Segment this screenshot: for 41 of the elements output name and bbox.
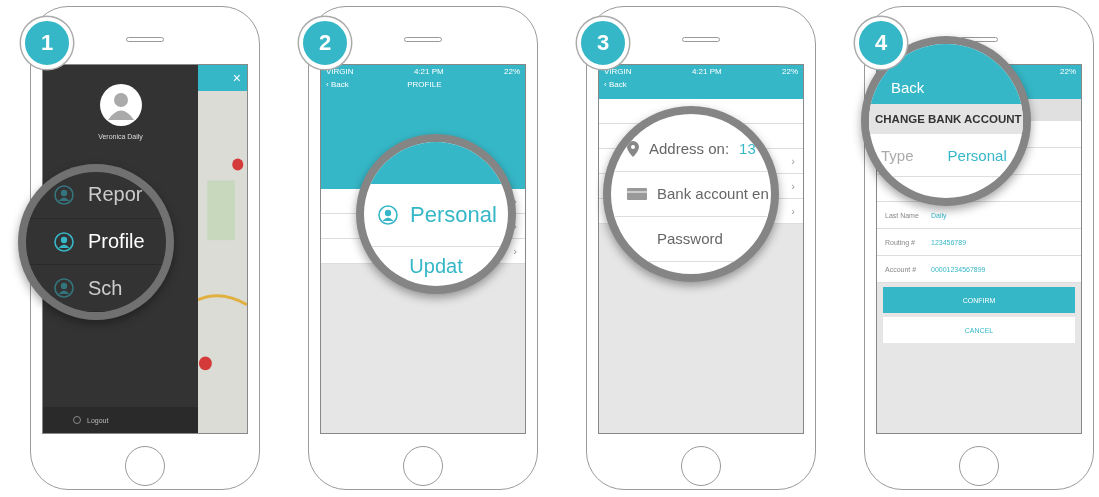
field-label: Type [881, 146, 914, 164]
battery-label: 22% [782, 67, 798, 76]
time-label: 4:21 PM [413, 67, 444, 76]
back-button[interactable]: Back [891, 79, 925, 96]
speaker-icon [126, 37, 164, 42]
time-label: 4:21 PM [691, 67, 722, 76]
card-icon [627, 187, 647, 200]
back-button[interactable]: ‹ Back [604, 80, 627, 89]
section-heading: CHANGE BANK ACCOUNT [875, 113, 1022, 125]
menu-item[interactable]: Profile [26, 218, 166, 266]
speaker-icon [404, 37, 442, 42]
menu-item[interactable]: Sch [26, 265, 166, 312]
row-value: 13 [739, 140, 756, 157]
avatar-icon [98, 83, 143, 127]
battery-label: 22% [504, 67, 520, 76]
step-badge: 3 [577, 17, 629, 69]
menu-item[interactable]: Repor [26, 172, 166, 219]
menu-label: Repor [88, 183, 143, 207]
step-badge: 4 [855, 17, 907, 69]
person-icon [54, 278, 74, 299]
step-badge: 1 [21, 17, 73, 69]
row-label: Password [657, 230, 723, 247]
menu-label[interactable]: Updat [409, 255, 463, 277]
row-label: Address on: [649, 140, 730, 157]
carrier-label: VIRGIN [604, 67, 632, 76]
row-label: Bank account en [657, 185, 769, 202]
speaker-icon [682, 37, 720, 42]
person-icon [54, 231, 74, 252]
person-icon [378, 205, 398, 225]
carrier-label: VIRGIN [326, 67, 354, 76]
pin-icon [627, 140, 639, 157]
close-button[interactable]: × [232, 70, 241, 86]
battery-label: 22% [1060, 67, 1076, 76]
back-button[interactable]: ‹ Back [326, 80, 349, 89]
menu-label[interactable]: Personal [410, 202, 497, 228]
menu-label: Sch [88, 276, 123, 300]
person-icon [54, 184, 74, 205]
step-badge: 2 [299, 17, 351, 69]
screen-title: PROFILE [406, 80, 443, 89]
menu-label: Profile [88, 230, 145, 253]
field-value: Personal [947, 146, 1007, 164]
